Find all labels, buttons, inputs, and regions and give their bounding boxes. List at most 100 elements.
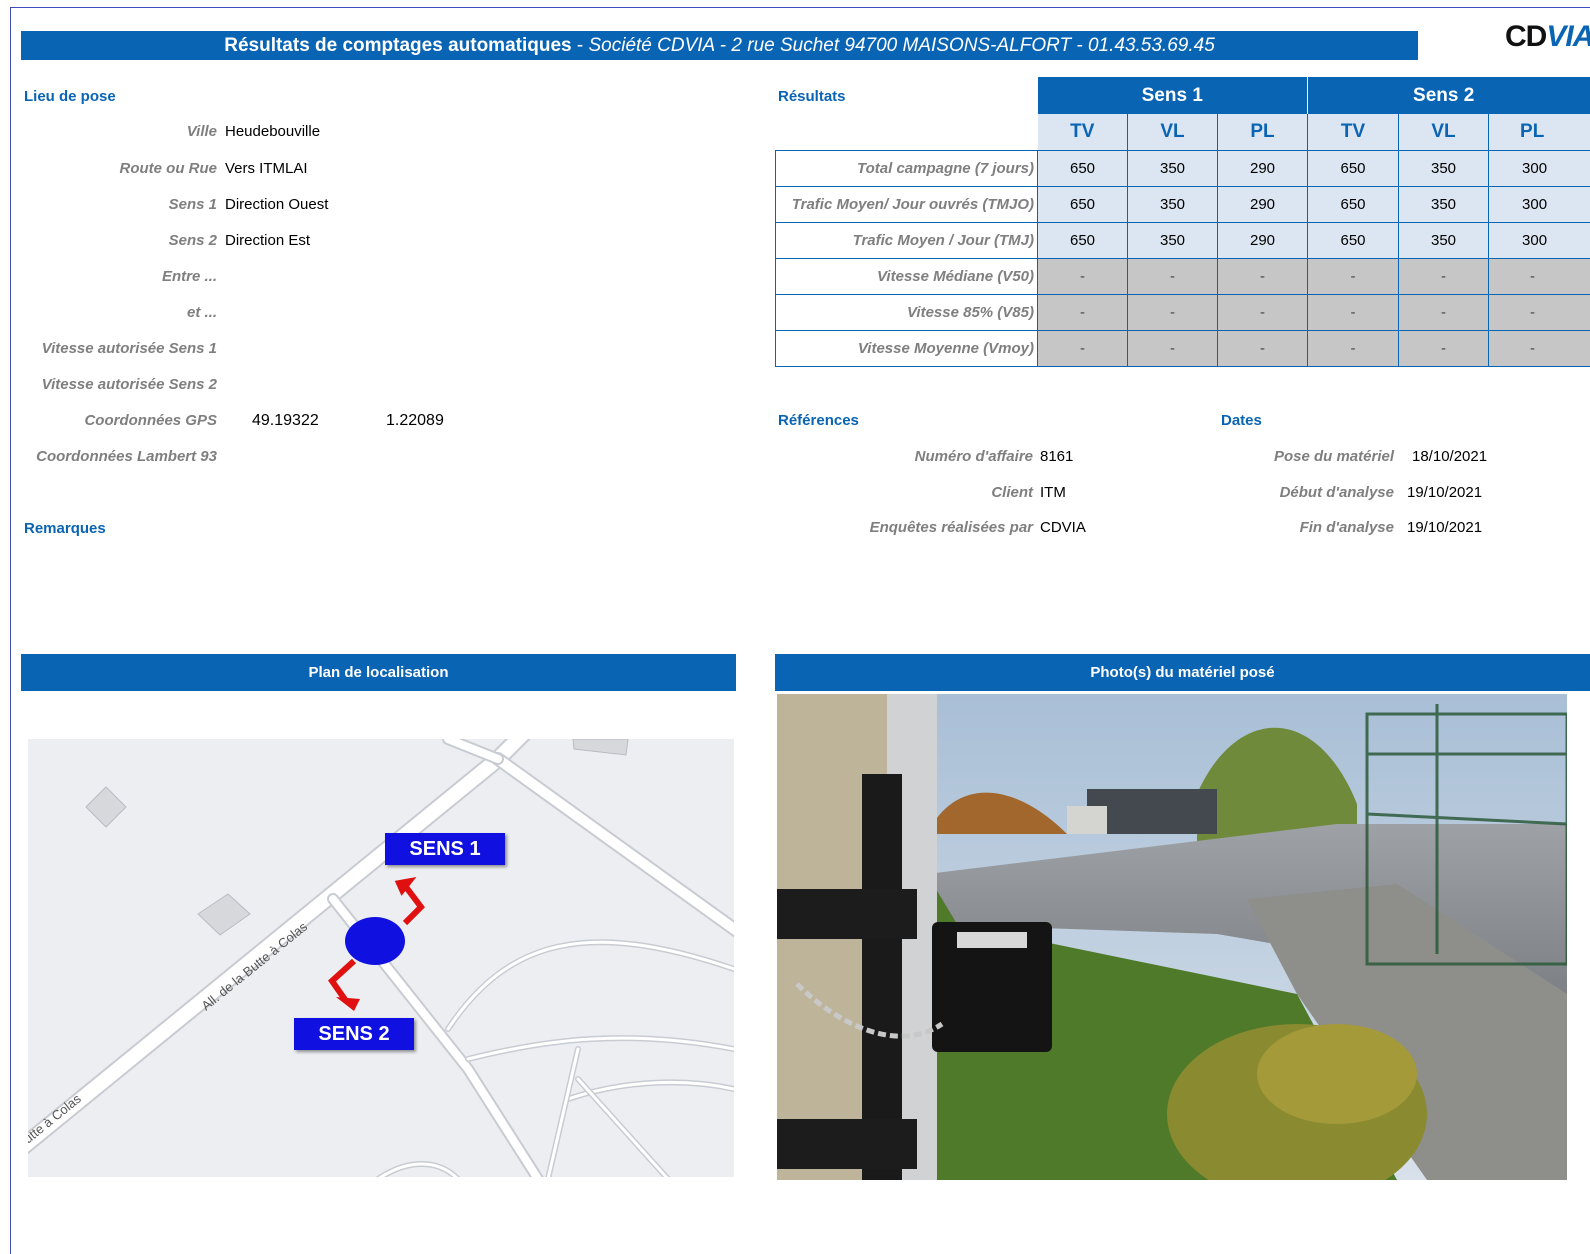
vitesse-sens1-label: Vitesse autorisée Sens 1	[41, 340, 217, 357]
et-label: et ...	[186, 304, 217, 321]
table-cell: -	[1307, 329, 1400, 367]
table-cell: 300	[1488, 185, 1590, 223]
col-header: TV	[1037, 114, 1128, 150]
gps-lon-value: 1.22089	[386, 412, 444, 429]
table-cell: 300	[1488, 149, 1590, 187]
table-cell: 350	[1398, 149, 1490, 187]
table-cell: -	[1488, 293, 1590, 331]
table-cell: -	[1398, 257, 1490, 295]
table-cell: 350	[1398, 221, 1490, 259]
map-drawing: All. de la Butte à Colas utte à Colas	[28, 739, 734, 1177]
table-cell: 290	[1216, 185, 1309, 223]
row-label: Vitesse 85% (V85)	[775, 293, 1038, 331]
logo-text-via: VIA	[1546, 20, 1590, 53]
table-row: Trafic Moyen/ Jour ouvrés (TMJO) 650 350…	[775, 185, 1590, 223]
remarques-heading: Remarques	[24, 520, 106, 537]
table-cell: 650	[1037, 149, 1128, 187]
table-cell: -	[1127, 257, 1218, 295]
row-label: Trafic Moyen / Jour (TMJ)	[775, 221, 1038, 259]
table-row: Vitesse 85% (V85) - - - - - -	[775, 293, 1590, 331]
table-cell: 350	[1398, 185, 1490, 223]
lambert-label: Coordonnées Lambert 93	[36, 448, 217, 465]
gps-label: Coordonnées GPS	[84, 412, 217, 429]
row-label: Vitesse Moyenne (Vmoy)	[775, 329, 1038, 367]
col-header: VL	[1398, 114, 1490, 150]
numero-affaire-value: 8161	[1040, 448, 1074, 465]
sens2-map-label: SENS 2	[294, 1018, 414, 1050]
table-cell: 350	[1127, 185, 1218, 223]
table-cell: 350	[1127, 149, 1218, 187]
results-table: Sens 1 Sens 2 TV VL PL TV VL PL Total ca…	[775, 77, 1590, 367]
table-cell: 300	[1488, 221, 1590, 259]
table-cell: 650	[1037, 185, 1128, 223]
client-label: Client	[991, 484, 1033, 501]
table-cell: -	[1216, 257, 1309, 295]
numero-affaire-label: Numéro d'affaire	[914, 448, 1033, 465]
col-header: PL	[1488, 114, 1590, 150]
col-header: VL	[1127, 114, 1218, 150]
debut-analyse-value: 19/10/2021	[1407, 484, 1483, 501]
table-cell: 350	[1127, 221, 1218, 259]
table-row: Trafic Moyen / Jour (TMJ) 650 350 290 65…	[775, 221, 1590, 259]
road-label-butte-colas: All. de la Butte à Colas	[198, 919, 310, 1014]
table-cell: 650	[1037, 221, 1128, 259]
table-row: Total campagne (7 jours) 650 350 290 650…	[775, 149, 1590, 187]
table-cell: 650	[1307, 185, 1400, 223]
enquetes-label: Enquêtes réalisées par	[869, 519, 1033, 536]
gps-lat-value: 49.19322	[252, 412, 319, 429]
route-value: Vers ITMLAI	[225, 160, 308, 177]
sens2-label: Sens 2	[168, 232, 217, 249]
sens1-header: Sens 1	[1037, 77, 1309, 114]
table-cell: 290	[1216, 221, 1309, 259]
table-cell: -	[1037, 293, 1128, 331]
road-label-butte-colas-2: utte à Colas	[28, 1091, 84, 1147]
row-label: Vitesse Médiane (V50)	[775, 257, 1038, 295]
company-info: Société CDVIA - 2 rue Suchet 94700 MAISO…	[588, 34, 1215, 56]
cdvia-logo: CDVIA	[1505, 20, 1590, 54]
report-title: Résultats de comptages automatiques	[224, 34, 572, 56]
sens2-value: Direction Est	[225, 232, 311, 249]
fin-analyse-value: 19/10/2021	[1407, 519, 1483, 536]
header-spacer	[776, 77, 1038, 114]
location-map: All. de la Butte à Colas utte à Colas	[28, 739, 734, 1177]
fin-analyse-label: Fin d'analyse	[1299, 519, 1394, 536]
sens1-value: Direction Ouest	[225, 196, 329, 213]
references-heading: Références	[778, 412, 859, 429]
photo-title-bar: Photo(s) du matériel posé	[775, 654, 1590, 691]
row-label: Trafic Moyen/ Jour ouvrés (TMJO)	[775, 185, 1038, 223]
table-cell: -	[1307, 257, 1400, 295]
ville-label: Ville	[186, 123, 217, 140]
equipment-photo	[777, 694, 1567, 1180]
col-header: TV	[1307, 114, 1400, 150]
entre-label: Entre ...	[161, 268, 217, 285]
sens1-label: Sens 1	[168, 196, 217, 213]
route-label: Route ou Rue	[119, 160, 218, 177]
plan-title-bar: Plan de localisation	[21, 654, 736, 691]
lieu-de-pose-heading: Lieu de pose	[24, 88, 116, 105]
client-value: ITM	[1040, 484, 1066, 501]
table-cell: -	[1307, 293, 1400, 331]
subheader-spacer	[776, 114, 1038, 150]
table-cell: -	[1488, 257, 1590, 295]
table-cell: -	[1127, 293, 1218, 331]
pose-materiel-value: 18/10/2021	[1412, 448, 1488, 465]
table-row: Vitesse Moyenne (Vmoy) - - - - - -	[775, 329, 1590, 367]
table-cell: 290	[1216, 149, 1309, 187]
row-label: Total campagne (7 jours)	[775, 149, 1038, 187]
table-cell: -	[1127, 329, 1218, 367]
table-cell: -	[1216, 293, 1309, 331]
logo-text-cd: CD	[1505, 20, 1547, 53]
sens2-header: Sens 2	[1307, 77, 1590, 114]
table-cell: -	[1037, 257, 1128, 295]
debut-analyse-label: Début d'analyse	[1279, 484, 1394, 501]
table-cell: -	[1037, 329, 1128, 367]
col-header: PL	[1217, 114, 1309, 150]
dates-heading: Dates	[1221, 412, 1262, 429]
table-row: Vitesse Médiane (V50) - - - - - -	[775, 257, 1590, 295]
table-cell: 650	[1307, 149, 1400, 187]
table-cell: 650	[1307, 221, 1400, 259]
table-cell: -	[1398, 329, 1490, 367]
photo-drawing	[777, 694, 1567, 1180]
counter-location-marker	[345, 917, 405, 965]
vitesse-sens2-label: Vitesse autorisée Sens 2	[41, 376, 217, 393]
